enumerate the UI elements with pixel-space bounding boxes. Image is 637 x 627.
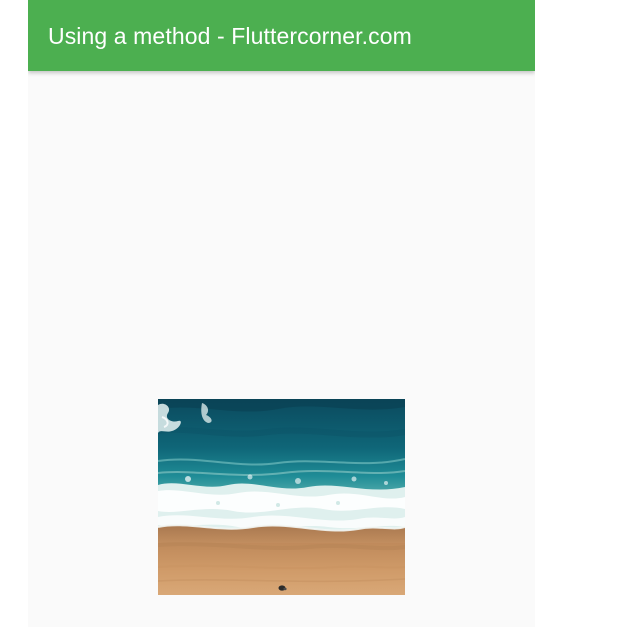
page: Using a method - Fluttercorner.com [0, 0, 637, 627]
app-bar-title: Using a method - Fluttercorner.com [48, 23, 412, 49]
app-screen: Using a method - Fluttercorner.com [28, 0, 535, 627]
app-bar: Using a method - Fluttercorner.com [28, 0, 535, 71]
beach-aerial-image [158, 399, 405, 595]
